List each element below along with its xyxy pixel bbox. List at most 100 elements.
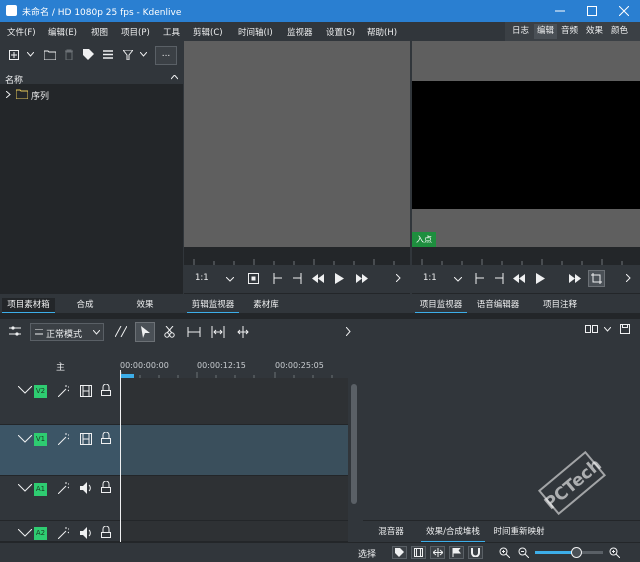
- workspace-color[interactable]: 颜色: [608, 24, 631, 39]
- ripple-tool-icon[interactable]: [211, 326, 225, 338]
- bin-menu-button[interactable]: ...: [155, 46, 177, 65]
- workspace-audio[interactable]: 音频: [558, 24, 581, 39]
- collapse-chevron-icon[interactable]: [18, 386, 32, 394]
- status-snap-icon[interactable]: [430, 546, 445, 559]
- tab-project-bin[interactable]: 项目素材箱: [2, 298, 55, 314]
- delete-icon[interactable]: [64, 49, 74, 60]
- film-icon[interactable]: [80, 433, 92, 445]
- workspace-effects[interactable]: 效果: [583, 24, 606, 39]
- edit-mode-select[interactable]: 正常模式: [30, 323, 104, 341]
- tab-clip-monitor[interactable]: 剪辑监视器: [187, 298, 239, 314]
- menu-edit[interactable]: 编辑(E): [48, 26, 77, 38]
- lock-icon[interactable]: [101, 481, 111, 493]
- effect-wand-icon[interactable]: [58, 482, 69, 494]
- compare-icon[interactable]: [585, 325, 598, 333]
- track-header-a2[interactable]: A2: [0, 521, 120, 542]
- effect-wand-icon[interactable]: [58, 433, 69, 445]
- tab-time-remap[interactable]: 时间重新映射: [489, 525, 549, 537]
- tab-effects[interactable]: 效果: [125, 298, 165, 310]
- effect-wand-icon[interactable]: [58, 385, 69, 397]
- tab-compositions[interactable]: 合成: [60, 298, 110, 310]
- fast-forward-icon[interactable]: [356, 274, 368, 283]
- set-out-point-icon[interactable]: [292, 273, 302, 284]
- project-set-out-point-icon[interactable]: [494, 273, 504, 284]
- tab-mixer[interactable]: 混音器: [369, 525, 413, 537]
- menu-help[interactable]: 帮助(H): [367, 26, 397, 38]
- track-header-a1[interactable]: A1: [0, 476, 120, 521]
- filter-icon[interactable]: [123, 50, 133, 60]
- status-flag-icon[interactable]: [449, 546, 464, 559]
- zoom-out-icon[interactable]: [518, 547, 529, 558]
- status-tag-icon[interactable]: [392, 546, 407, 559]
- clip-monitor-view[interactable]: [184, 41, 410, 247]
- timeline-vscrollbar[interactable]: [348, 378, 362, 542]
- razor-multi-icon[interactable]: [115, 326, 127, 337]
- project-rewind-icon[interactable]: [513, 274, 525, 283]
- menu-project[interactable]: 项目(P): [121, 26, 150, 38]
- track-body-a2[interactable]: [120, 521, 348, 542]
- razor-tool-icon[interactable]: [164, 326, 175, 338]
- lock-icon[interactable]: [101, 432, 111, 444]
- effects-chevron-down-icon[interactable]: [604, 327, 611, 332]
- tab-project-notes[interactable]: 项目注释: [534, 298, 586, 310]
- project-zoom-select[interactable]: 1:1: [423, 273, 437, 283]
- menu-file[interactable]: 文件(F): [7, 26, 36, 38]
- add-clip-icon[interactable]: [9, 50, 19, 60]
- crop-toggle-icon[interactable]: [588, 270, 605, 287]
- track-label-v1[interactable]: V1: [34, 433, 47, 446]
- menu-settings[interactable]: 设置(S): [326, 26, 355, 38]
- maximize-button[interactable]: [576, 0, 608, 22]
- play-icon[interactable]: [335, 273, 344, 284]
- zoom-slider[interactable]: [535, 547, 603, 558]
- toolbar-more-chevron-icon[interactable]: [346, 327, 351, 336]
- collapse-chevron-icon[interactable]: [18, 484, 32, 492]
- menu-monitor[interactable]: 监视器: [287, 26, 313, 38]
- save-effect-icon[interactable]: [620, 324, 630, 334]
- status-magnet-icon[interactable]: [468, 546, 483, 559]
- rewind-icon[interactable]: [312, 274, 324, 283]
- close-button[interactable]: [608, 0, 640, 22]
- fit-screen-icon[interactable]: [248, 273, 259, 284]
- tab-library[interactable]: 素材库: [246, 298, 286, 310]
- track-label-a2[interactable]: A2: [34, 527, 47, 540]
- chevron-right-icon[interactable]: [6, 91, 11, 98]
- effect-wand-icon[interactable]: [58, 527, 69, 539]
- minimize-button[interactable]: [544, 0, 576, 22]
- project-monitor-ruler[interactable]: [412, 247, 640, 265]
- selection-tool-icon[interactable]: [135, 322, 155, 342]
- more-chevron-right-icon[interactable]: [396, 274, 401, 282]
- status-film-icon[interactable]: [411, 546, 426, 559]
- tab-effect-stack[interactable]: 效果/合成堆栈: [421, 525, 485, 543]
- track-header-v1[interactable]: V1: [0, 425, 120, 476]
- zoom-in-icon[interactable]: [499, 547, 510, 558]
- chevron-down-icon[interactable]: [27, 52, 34, 57]
- new-folder-icon[interactable]: [44, 49, 56, 60]
- collapse-chevron-icon[interactable]: [18, 529, 32, 537]
- workspace-editing[interactable]: 编辑: [534, 24, 558, 39]
- clip-monitor-ruler[interactable]: [184, 247, 410, 265]
- lock-icon[interactable]: [101, 526, 111, 538]
- track-label-a1[interactable]: A1: [34, 483, 47, 496]
- tab-project-monitor[interactable]: 项目监视器: [415, 298, 467, 314]
- menu-timeline[interactable]: 时间轴(I): [238, 26, 273, 38]
- zoom-chevron-down-icon[interactable]: [226, 277, 234, 282]
- clip-zoom-select[interactable]: 1:1: [195, 273, 209, 283]
- project-fast-forward-icon[interactable]: [569, 274, 581, 283]
- collapse-chevron-icon[interactable]: [18, 435, 32, 443]
- bin-folder-row[interactable]: 序列: [0, 87, 183, 102]
- tab-speech-editor[interactable]: 语音编辑器: [472, 298, 524, 310]
- track-body-a1[interactable]: [120, 476, 348, 521]
- playhead[interactable]: [120, 370, 121, 542]
- lock-icon[interactable]: [101, 384, 111, 396]
- spacer-tool-icon[interactable]: [187, 327, 201, 337]
- timeline-ruler[interactable]: 00:00:00:00 00:00:12:15 00:00:25:05: [120, 346, 348, 380]
- scrollbar-thumb[interactable]: [351, 384, 357, 504]
- set-in-point-icon[interactable]: [273, 273, 283, 284]
- zoom-in-max-icon[interactable]: [609, 547, 620, 558]
- speaker-icon[interactable]: [80, 482, 92, 494]
- name-column-header[interactable]: 名称: [5, 73, 23, 86]
- project-more-chevron-right-icon[interactable]: [626, 274, 631, 282]
- list-view-icon[interactable]: [103, 50, 113, 59]
- slip-tool-icon[interactable]: [236, 326, 250, 338]
- speaker-icon[interactable]: [80, 527, 92, 539]
